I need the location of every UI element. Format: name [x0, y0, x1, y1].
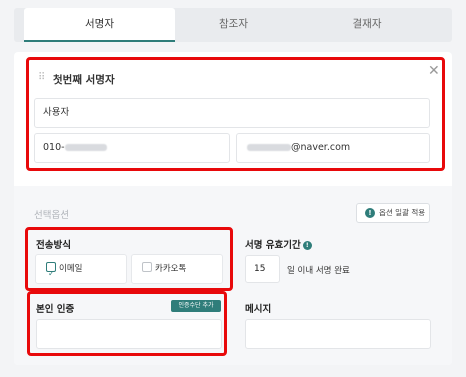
- message-input[interactable]: [245, 319, 431, 349]
- validity-days-value: 15: [254, 264, 266, 274]
- bulk-apply-label: 옵션 일괄 적용: [379, 208, 426, 217]
- tab-cc[interactable]: 참조자: [175, 8, 292, 42]
- highlight-signer-info: [26, 57, 445, 171]
- tab-approver[interactable]: 결재자: [292, 8, 442, 42]
- tab-signer[interactable]: 서명자: [24, 8, 175, 42]
- message-title: 메시지: [245, 304, 272, 315]
- validity-title: 서명 유효기간!: [245, 237, 312, 251]
- validity-days-input[interactable]: 15: [245, 255, 280, 283]
- highlight-auth: [27, 291, 227, 356]
- validity-title-text: 서명 유효기간: [245, 240, 301, 251]
- validity-suffix: 일 이내 서명 완료: [287, 266, 350, 276]
- bulk-apply-button[interactable]: ! 옵션 일괄 적용: [356, 203, 430, 223]
- tab-bar: 서명자 참조자 결재자: [14, 8, 452, 42]
- info-icon: !: [365, 208, 375, 218]
- info-icon[interactable]: !: [302, 241, 312, 250]
- options-section-label: 선택옵션: [34, 210, 69, 221]
- highlight-delivery: [25, 227, 233, 291]
